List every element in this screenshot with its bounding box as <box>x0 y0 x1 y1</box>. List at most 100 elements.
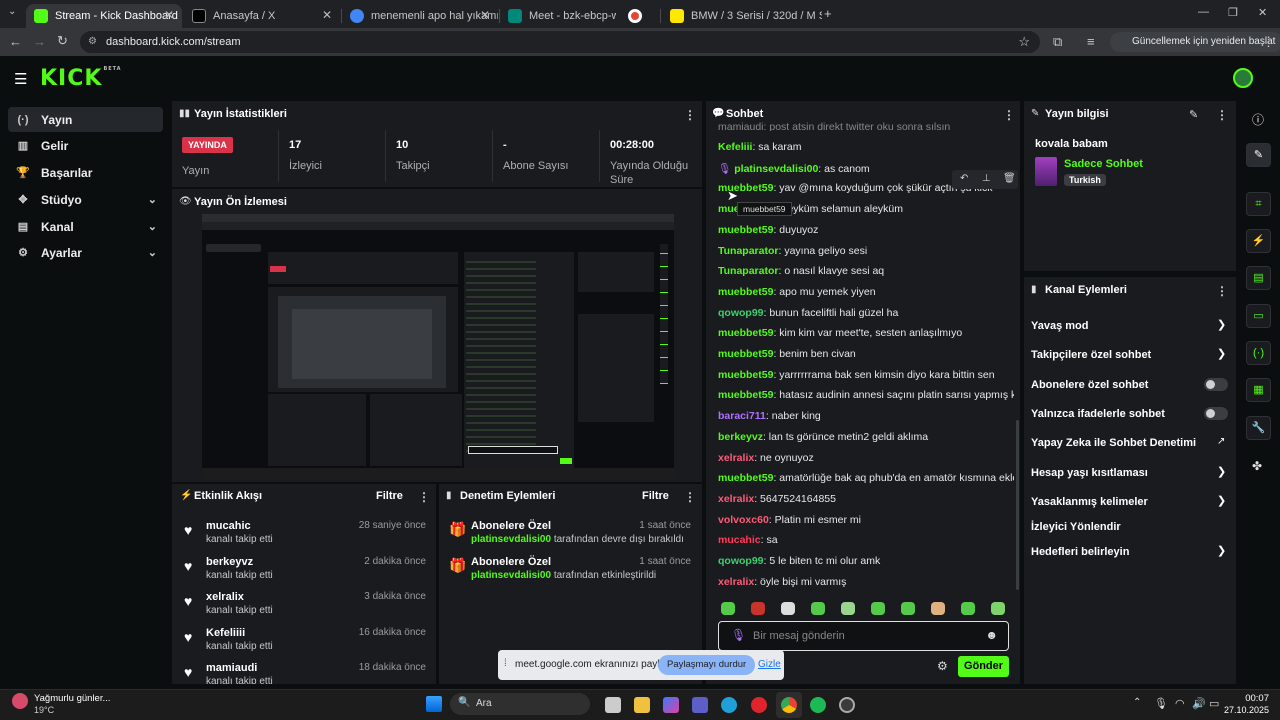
tab-kick-dashboard[interactable]: Stream - Kick Dashboard ✕ <box>26 4 182 28</box>
tab-google-search[interactable]: menemenli apo hal yıkamı - Go ✕ <box>342 4 498 28</box>
chevron-right-icon[interactable]: ❯ <box>1217 347 1226 360</box>
opera-icon[interactable] <box>751 697 767 713</box>
url-input[interactable]: ⚙ dashboard.kick.com/stream ☆ <box>80 31 1040 53</box>
mic-tray-icon[interactable]: 🎙 <box>1154 697 1168 710</box>
chat-username[interactable]: volvoxc60 <box>718 514 769 526</box>
battery-icon[interactable]: ▭ <box>1209 697 1219 710</box>
subscribers-only-toggle[interactable] <box>1204 378 1228 391</box>
chat-username[interactable]: mucahic <box>718 534 761 546</box>
chat-username[interactable]: muebbet59 <box>718 389 773 401</box>
more-options-icon[interactable]: ⋮ <box>684 108 696 122</box>
rail-stats-button[interactable]: ▤ <box>1246 266 1271 290</box>
close-window-icon[interactable]: ✕ <box>1258 6 1267 19</box>
hide-share-bar-link[interactable]: Gizle <box>758 659 781 670</box>
close-icon[interactable]: ✕ <box>480 8 490 22</box>
activity-user[interactable]: berkeyvz <box>206 556 253 568</box>
file-explorer-icon[interactable] <box>634 697 650 713</box>
kick-logo[interactable]: KICKBETA <box>40 66 122 91</box>
emote-icon[interactable] <box>871 602 885 615</box>
forward-icon[interactable]: → <box>33 34 46 49</box>
rail-chat-button[interactable]: ▭ <box>1246 304 1271 328</box>
rail-clip-button[interactable]: ⌗ <box>1246 192 1271 216</box>
action-host-channel[interactable]: İzleyici Yönlendir <box>1031 521 1121 533</box>
filter-button[interactable]: Filtre <box>376 490 403 502</box>
more-options-icon[interactable]: ⋮ <box>1216 284 1228 298</box>
update-restart-button[interactable]: Güncellemek için yeniden başlat <box>1110 32 1280 52</box>
filter-button[interactable]: Filtre <box>642 490 669 502</box>
chat-username[interactable]: Tunaparator <box>718 245 778 257</box>
sidebar-item-basarilar[interactable]: 🏆 Başarılar <box>8 160 163 185</box>
volume-icon[interactable]: 🔊 <box>1192 697 1206 710</box>
moderator-user[interactable]: platinsevdalisi00 <box>471 534 551 545</box>
hamburger-menu-icon[interactable]: ☰ <box>14 70 27 88</box>
bookmark-star-icon[interactable]: ☆ <box>1018 31 1030 53</box>
clock-time[interactable]: 00:07 <box>1227 693 1269 704</box>
copilot-icon[interactable] <box>663 697 679 713</box>
rail-edit-button[interactable]: ✎ <box>1246 143 1271 167</box>
edit-icon[interactable]: ✎ <box>1189 108 1198 121</box>
rail-more-icon[interactable]: ✤ <box>1252 459 1262 473</box>
reply-icon[interactable]: ↶ <box>960 173 968 184</box>
chat-settings-gear-icon[interactable]: ⚙ <box>937 659 948 673</box>
teams-icon[interactable] <box>692 697 708 713</box>
maximize-icon[interactable]: ❐ <box>1228 6 1238 19</box>
emote-icon[interactable] <box>841 602 855 615</box>
action-slow-mode[interactable]: Yavaş mod <box>1031 320 1088 332</box>
tray-expand-icon[interactable]: ⌃ <box>1133 697 1141 708</box>
emote-icon[interactable] <box>751 602 765 615</box>
stream-preview-video[interactable] <box>202 214 674 480</box>
emote-icon[interactable] <box>721 602 735 615</box>
chevron-right-icon[interactable]: ❯ <box>1217 544 1226 557</box>
sidebar-item-yayin[interactable]: (·) Yayın <box>8 107 163 132</box>
windows-start-icon[interactable] <box>426 696 442 712</box>
tab-recording[interactable] <box>620 4 658 28</box>
tab-meet[interactable]: Meet - bzk-ebcp-wnt <box>500 4 616 28</box>
close-icon[interactable]: ✕ <box>322 8 332 22</box>
app-icon[interactable] <box>839 697 855 713</box>
drag-handle-icon[interactable]: ⁞ <box>504 658 507 669</box>
more-options-icon[interactable]: ⋮ <box>418 490 430 504</box>
stop-sharing-button[interactable]: Paylaşmayı durdur <box>658 655 756 675</box>
action-account-age[interactable]: Hesap yaşı kısıtlaması <box>1031 467 1148 479</box>
info-icon[interactable]: ⓘ <box>1252 111 1264 128</box>
chat-message-input[interactable]: 🎙 Bir mesaj gönderin ☻ <box>718 621 1009 651</box>
sidebar-item-gelir[interactable]: ▥ Gelir <box>8 133 163 158</box>
pin-icon[interactable]: ⊥ <box>982 173 991 184</box>
chat-username[interactable]: xelralix <box>718 452 754 464</box>
chat-username[interactable]: muebbet59 <box>718 369 773 381</box>
chat-username[interactable]: muebbet59 <box>718 224 773 236</box>
activity-user[interactable]: Kefeliiii <box>206 627 245 639</box>
wifi-icon[interactable]: ◠ <box>1175 697 1185 710</box>
category-name[interactable]: Sadece Sohbet <box>1064 158 1143 170</box>
taskbar-search[interactable]: 🔍 Ara <box>450 693 590 715</box>
chat-username[interactable]: muebbet59 <box>718 472 773 484</box>
chevron-right-icon[interactable]: ❯ <box>1217 465 1226 478</box>
more-options-icon[interactable]: ⋮ <box>1003 108 1015 122</box>
emote-icon[interactable] <box>991 602 1005 615</box>
chat-username[interactable]: berkeyvz <box>718 431 763 443</box>
edge-icon[interactable] <box>721 697 737 713</box>
chat-username[interactable]: Tunaparator <box>718 265 778 277</box>
microphone-icon[interactable]: 🎙 <box>731 628 746 642</box>
chat-username[interactable]: qowop99 <box>718 307 764 319</box>
media-icon[interactable]: ≡ <box>1087 34 1095 49</box>
chat-username[interactable]: xelralix <box>718 576 754 588</box>
emote-icon[interactable] <box>811 602 825 615</box>
new-tab-icon[interactable]: + <box>824 6 832 21</box>
weather-title[interactable]: Yağmurlu günler... <box>34 693 110 704</box>
weather-icon[interactable] <box>12 693 28 709</box>
emotes-only-toggle[interactable] <box>1204 407 1228 420</box>
rail-tools-button[interactable]: 🔧 <box>1246 416 1271 440</box>
rail-broadcast-button[interactable]: (·) <box>1246 341 1271 365</box>
rail-layout-button[interactable]: ▦ <box>1246 378 1271 402</box>
tab-search-icon[interactable]: ⌄ <box>8 6 16 17</box>
clock-date[interactable]: 27.10.2025 <box>1221 705 1269 715</box>
rail-boost-button[interactable]: ⚡ <box>1246 229 1271 253</box>
reload-icon[interactable]: ↻ <box>57 33 68 49</box>
chat-scrollbar[interactable] <box>1016 420 1019 590</box>
activity-user[interactable]: xelralix <box>206 591 244 603</box>
emote-icon[interactable] <box>931 602 945 615</box>
site-info-icon[interactable]: ⚙ <box>88 31 97 53</box>
sidebar-item-studyo[interactable]: ✥ Stüdyo ⌄ <box>8 187 163 212</box>
moderator-user[interactable]: platinsevdalisi00 <box>471 570 551 581</box>
